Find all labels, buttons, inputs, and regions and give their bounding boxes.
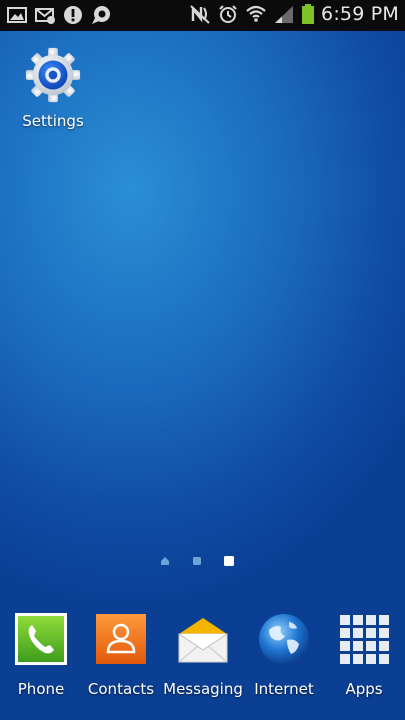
- wifi-icon: [246, 5, 266, 22]
- contacts-label: Contacts: [87, 680, 155, 698]
- contacts-icon: [96, 614, 146, 664]
- page-indicator[interactable]: [160, 556, 234, 566]
- dock-contacts[interactable]: Contacts: [80, 608, 162, 698]
- nfc-off-icon: [190, 5, 210, 24]
- alert-icon: [64, 6, 82, 24]
- battery-icon: [302, 4, 315, 24]
- dock-phone[interactable]: Phone: [0, 608, 82, 698]
- apps-label: Apps: [345, 680, 383, 698]
- phone-label: Phone: [17, 680, 65, 698]
- page-dot-2[interactable]: [192, 556, 202, 566]
- alarm-icon: [219, 5, 237, 23]
- status-bar[interactable]: 6:59 PM: [0, 0, 405, 31]
- phone-icon: [15, 613, 67, 665]
- status-clock: 6:59 PM: [321, 3, 399, 25]
- gear-icon: [25, 47, 81, 103]
- chat-icon: [92, 6, 110, 24]
- messaging-label: Messaging: [163, 680, 243, 698]
- settings-label: Settings: [22, 112, 84, 130]
- grid-icon: [340, 615, 389, 664]
- notification-icons: [6, 4, 112, 26]
- signal-icon: [275, 6, 294, 23]
- globe-icon: [259, 614, 309, 664]
- email-icon: [35, 8, 55, 24]
- dock-apps[interactable]: Apps: [323, 608, 405, 698]
- settings-shortcut[interactable]: Settings: [14, 46, 92, 130]
- internet-label: Internet: [254, 680, 314, 698]
- system-icons: 6:59 PM: [189, 3, 399, 25]
- envelope-icon: [178, 618, 228, 663]
- gallery-icon: [7, 7, 27, 23]
- page-dot-current[interactable]: [224, 556, 234, 566]
- dock-internet[interactable]: Internet: [243, 608, 325, 698]
- home-page-icon[interactable]: [160, 556, 170, 566]
- dock-messaging[interactable]: Messaging: [162, 608, 244, 698]
- dock: Phone Contacts Messaging Internet Apps: [0, 608, 405, 708]
